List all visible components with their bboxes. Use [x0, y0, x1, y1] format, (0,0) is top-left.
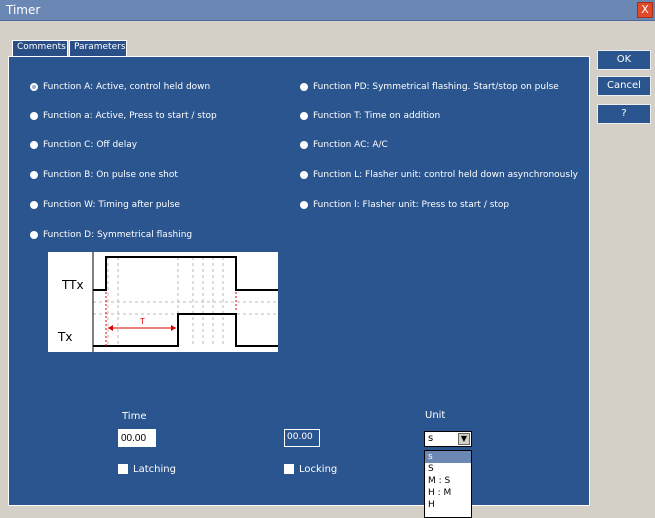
time-input[interactable]	[118, 429, 156, 447]
t-label: T	[140, 317, 145, 326]
radio-function-w[interactable]: Function W: Timing after pulse	[30, 200, 180, 212]
latching-checkbox[interactable]: Latching	[118, 464, 176, 476]
radio-label: Function C: Off delay	[43, 140, 138, 150]
radio-label: Function T: Time on addition	[313, 111, 441, 121]
radio-icon	[30, 170, 38, 179]
radio-label: Function a: Active, Press to start / sto…	[43, 111, 217, 121]
radio-icon	[300, 111, 308, 120]
tab-comments[interactable]: Comments	[12, 40, 68, 57]
radio-function-b[interactable]: Function B: On pulse one shot	[30, 170, 178, 182]
locking-checkbox[interactable]: Locking	[284, 464, 337, 476]
radio-function-ac[interactable]: Function AC: A/C	[300, 140, 388, 152]
radio-label: Function B: On pulse one shot	[43, 170, 178, 180]
timing-diagram: T	[48, 252, 278, 352]
radio-function-c[interactable]: Function C: Off delay	[30, 140, 137, 152]
unit-option[interactable]: s	[425, 451, 471, 463]
title-bar: Timer X	[0, 0, 655, 21]
checkbox-icon	[284, 464, 294, 474]
radio-function-d[interactable]: Function D: Symmetrical flashing	[30, 230, 192, 242]
time-label: Time	[122, 411, 147, 422]
close-icon[interactable]: X	[637, 2, 653, 18]
unit-option[interactable]: S	[425, 463, 471, 475]
radio-label: Function L: Flasher unit: control held d…	[313, 170, 578, 180]
checkbox-icon	[118, 464, 128, 474]
radio-icon	[300, 200, 308, 209]
radio-function-l-press[interactable]: Function l: Flasher unit: Press to start…	[300, 200, 509, 212]
radio-label: Function A: Active, control held down	[43, 82, 211, 92]
radio-function-a-press[interactable]: Function a: Active, Press to start / sto…	[30, 111, 217, 123]
unit-dropdown-list: s S M : S H : M H	[424, 450, 472, 518]
radio-function-l[interactable]: Function L: Flasher unit: control held d…	[300, 170, 578, 182]
radio-icon	[300, 170, 308, 179]
unit-select[interactable]: s ▼	[424, 431, 472, 447]
timing-diagram-svg: T	[92, 252, 278, 352]
unit-select-value: s	[428, 433, 434, 444]
ttx-label: TTx	[62, 278, 84, 292]
radio-icon	[30, 200, 38, 209]
tx-label: Tx	[58, 330, 73, 344]
radio-selected-icon	[30, 82, 38, 91]
radio-icon	[300, 140, 308, 149]
unit-label: Unit	[425, 410, 446, 421]
ok-button[interactable]: OK	[597, 50, 651, 70]
radio-icon	[30, 140, 38, 149]
unit-option[interactable]: M : S	[425, 475, 471, 487]
tab-parameters[interactable]: Parameters	[69, 40, 127, 57]
radio-label: Function D: Symmetrical flashing	[43, 230, 193, 240]
unit-option[interactable]: H : M	[425, 487, 471, 499]
radio-function-t[interactable]: Function T: Time on addition	[300, 111, 440, 123]
radio-function-pd[interactable]: Function PD: Symmetrical flashing. Start…	[300, 82, 559, 94]
radio-label: Function PD: Symmetrical flashing. Start…	[313, 82, 559, 92]
window-title: Timer	[6, 3, 41, 17]
unit-option[interactable]: H	[425, 499, 471, 511]
latching-label: Latching	[133, 464, 176, 475]
radio-function-a[interactable]: Function A: Active, control held down	[30, 82, 210, 94]
radio-icon	[300, 82, 308, 91]
help-button[interactable]: ?	[597, 104, 651, 124]
cancel-button[interactable]: Cancel	[597, 76, 651, 96]
chevron-down-icon[interactable]: ▼	[458, 433, 470, 445]
radio-label: Function AC: A/C	[313, 140, 388, 150]
locking-label: Locking	[299, 464, 338, 475]
radio-label: Function l: Flasher unit: Press to start…	[313, 200, 510, 210]
radio-icon	[30, 111, 38, 120]
radio-label: Function W: Timing after pulse	[43, 200, 180, 210]
time-display: 00.00	[284, 429, 320, 447]
radio-icon	[30, 230, 38, 239]
